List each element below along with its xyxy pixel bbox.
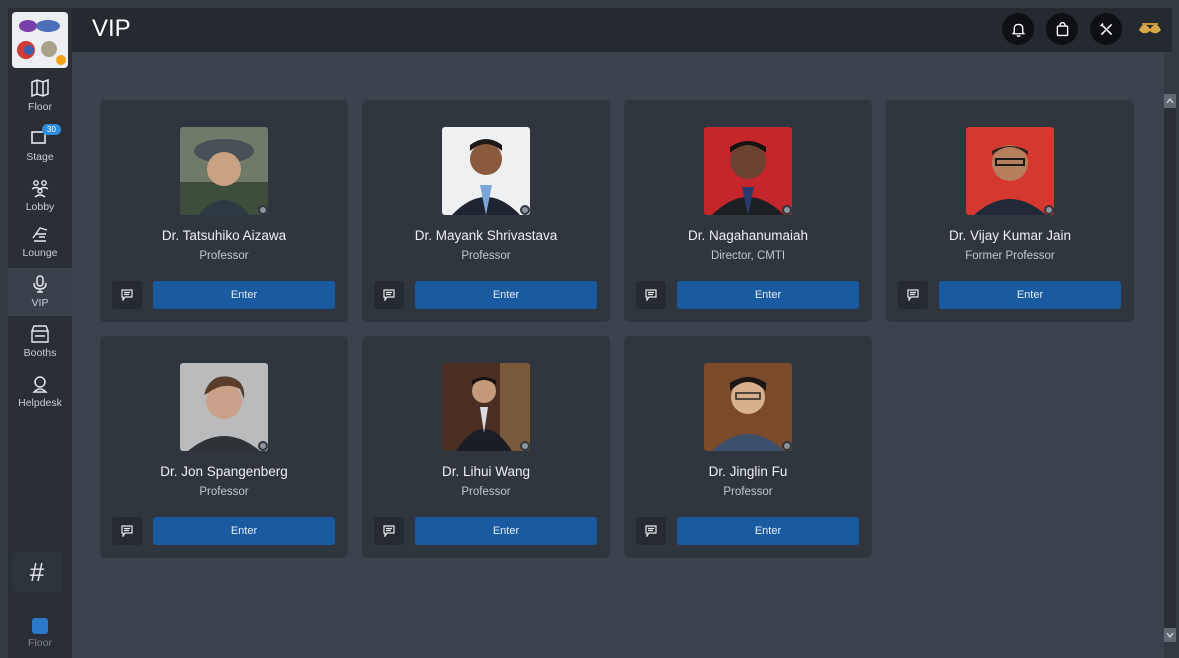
avatar xyxy=(966,127,1054,215)
vip-card: Dr. Lihui Wang Professor Enter xyxy=(362,336,610,558)
status-indicator xyxy=(520,441,530,451)
avatar xyxy=(704,127,792,215)
floor-mini-icon xyxy=(32,618,48,634)
chat-icon xyxy=(645,289,657,301)
status-indicator xyxy=(258,441,268,451)
vip-card: Dr. Jon Spangenberg Professor Enter xyxy=(100,336,348,558)
vip-role: Former Professor xyxy=(965,250,1055,262)
vip-card: Dr. Nagahanumaiah Director, CMTI Enter xyxy=(624,100,872,322)
vip-card: Dr. Mayank Shrivastava Professor Enter xyxy=(362,100,610,322)
chat-button[interactable] xyxy=(374,517,404,545)
lounge-icon xyxy=(32,227,48,242)
sidebar-item-label: Helpdesk xyxy=(18,397,62,409)
floor-mini-button[interactable]: Floor xyxy=(8,618,72,658)
vip-role: Professor xyxy=(199,250,249,262)
sidebar-item-helpdesk[interactable]: Helpdesk xyxy=(8,368,72,416)
tools-button[interactable] xyxy=(1090,13,1122,45)
sidebar-item-vip[interactable]: VIP xyxy=(8,268,72,316)
shopping-bag-icon xyxy=(1056,21,1068,36)
enter-button[interactable]: Enter xyxy=(939,281,1121,309)
chat-icon xyxy=(383,289,395,301)
event-logo[interactable] xyxy=(12,12,68,68)
vip-role: Director, CMTI xyxy=(710,250,786,262)
bell-icon xyxy=(1011,23,1025,37)
vip-card: Dr. Tatsuhiko Aizawa Professor Enter xyxy=(100,100,348,322)
sidebar-item-label: Booths xyxy=(23,347,57,359)
vip-card: Dr. Jinglin Fu Professor Enter xyxy=(624,336,872,558)
floor-mini-label: Floor xyxy=(28,637,52,649)
chevron-up-icon xyxy=(1166,97,1174,104)
sidebar-item-lounge[interactable]: Lounge xyxy=(8,218,72,266)
enter-button[interactable]: Enter xyxy=(153,281,335,309)
shopping-bag-button[interactable] xyxy=(1046,13,1078,45)
main-content: Dr. Tatsuhiko Aizawa Professor Enter Dr.… xyxy=(72,52,1164,658)
stage-count-badge: 30 xyxy=(42,124,61,135)
avatar xyxy=(180,363,268,451)
status-indicator xyxy=(1044,205,1054,215)
avatar xyxy=(704,363,792,451)
sidebar-item-label: Lobby xyxy=(25,201,55,213)
chat-icon xyxy=(383,525,395,537)
notifications-button[interactable] xyxy=(1002,13,1034,45)
avatar xyxy=(442,363,530,451)
vip-role: Professor xyxy=(723,486,773,498)
status-indicator xyxy=(520,205,530,215)
sidebar-item-stage[interactable]: 30 Stage xyxy=(8,122,72,170)
helpdesk-icon xyxy=(32,376,48,393)
vip-name: Dr. Tatsuhiko Aizawa xyxy=(161,228,287,243)
chat-button[interactable] xyxy=(898,281,928,309)
app-window: Floor 30 Stage Lobby Lounge VIP Booths H… xyxy=(0,0,1179,658)
vip-role: Professor xyxy=(461,486,511,498)
avatar xyxy=(442,127,530,215)
scroll-up-button[interactable] xyxy=(1164,94,1176,108)
vip-name: Dr. Lihui Wang xyxy=(441,464,531,479)
vip-name: Dr. Jinglin Fu xyxy=(708,464,788,479)
chat-icon xyxy=(121,525,133,537)
avatar xyxy=(180,127,268,215)
page-title: VIP xyxy=(92,15,131,42)
sidebar-item-lobby[interactable]: Lobby xyxy=(8,172,72,220)
vertical-scrollbar[interactable] xyxy=(1164,94,1176,642)
chat-button[interactable] xyxy=(636,281,666,309)
brand-logo[interactable] xyxy=(1136,16,1164,42)
sidebar-item-label: Floor xyxy=(28,101,52,113)
vip-name: Dr. Vijay Kumar Jain xyxy=(948,228,1072,243)
enter-button[interactable]: Enter xyxy=(677,281,859,309)
sidebar: Floor 30 Stage Lobby Lounge VIP Booths H… xyxy=(8,8,72,658)
chevron-down-icon xyxy=(1166,632,1174,639)
status-indicator xyxy=(258,205,268,215)
sidebar-item-label: Stage xyxy=(26,151,54,163)
sidebar-item-label: Lounge xyxy=(22,247,58,259)
chat-button[interactable] xyxy=(112,517,142,545)
vip-card: Dr. Vijay Kumar Jain Former Professor En… xyxy=(886,100,1134,322)
vip-role: Professor xyxy=(199,486,249,498)
booth-icon xyxy=(30,325,50,343)
top-header: VIP xyxy=(72,8,1172,52)
map-icon xyxy=(31,78,49,98)
vip-role: Professor xyxy=(461,250,511,262)
status-indicator xyxy=(782,441,792,451)
enter-button[interactable]: Enter xyxy=(153,517,335,545)
chat-icon xyxy=(907,289,919,301)
scroll-down-button[interactable] xyxy=(1164,628,1176,642)
enter-button[interactable]: Enter xyxy=(677,517,859,545)
chat-button[interactable] xyxy=(374,281,404,309)
vip-name: Dr. Mayank Shrivastava xyxy=(414,228,558,243)
hashtag-button[interactable]: # xyxy=(12,552,62,592)
chat-button[interactable] xyxy=(636,517,666,545)
tools-icon xyxy=(1099,22,1112,35)
chat-icon xyxy=(121,289,133,301)
sidebar-item-booths[interactable]: Booths xyxy=(8,318,72,366)
sidebar-item-label: VIP xyxy=(31,297,49,309)
enter-button[interactable]: Enter xyxy=(415,281,597,309)
microphone-icon xyxy=(33,275,47,293)
status-indicator xyxy=(782,205,792,215)
chat-icon xyxy=(645,525,657,537)
enter-button[interactable]: Enter xyxy=(415,517,597,545)
sidebar-item-floor[interactable]: Floor xyxy=(8,72,72,120)
people-icon xyxy=(31,180,49,198)
vip-name: Dr. Nagahanumaiah xyxy=(687,228,809,243)
vip-name: Dr. Jon Spangenberg xyxy=(160,464,288,479)
chat-button[interactable] xyxy=(112,281,142,309)
